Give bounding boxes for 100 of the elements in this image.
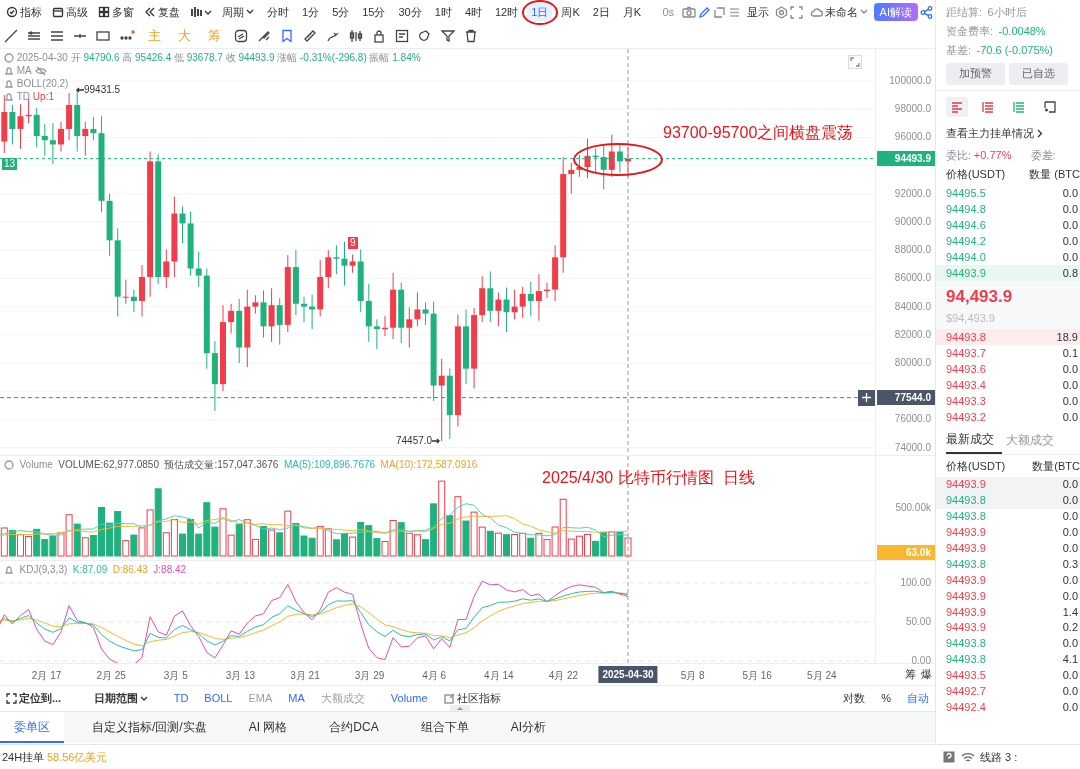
interval-tab[interactable]: 12时 [491, 2, 523, 22]
book-asks-icon[interactable] [981, 99, 995, 114]
lock-icon[interactable] [372, 29, 386, 43]
order-book-row[interactable]: 94493.9 0.8 [936, 265, 1080, 282]
indicator-toggle[interactable]: BOLL [200, 689, 237, 708]
interval-tab[interactable]: 1时 [430, 2, 456, 22]
settings-icon[interactable] [774, 5, 788, 19]
td-count-tag: 13 [2, 158, 18, 171]
display-button[interactable]: 显示 [742, 2, 773, 22]
order-book-row[interactable]: 94493.6 0.0 [936, 360, 1080, 377]
quantity-text: 0.0 [1062, 572, 1078, 588]
panel-button[interactable]: 已自选 [1009, 62, 1068, 85]
add-order-button[interactable] [858, 389, 875, 406]
quantity-text: 0.0 [1062, 668, 1078, 684]
locate-button[interactable]: 定位到... [2, 689, 66, 708]
rectangle-icon[interactable] [96, 29, 110, 43]
interval-tab[interactable]: 分时 [263, 2, 293, 22]
panel-tab[interactable]: 组合下单 [406, 712, 483, 743]
quantity-text: 0.0 [1062, 684, 1078, 700]
filter-icon[interactable] [441, 29, 455, 43]
panel-button[interactable]: 加预警 [946, 62, 1005, 85]
trash-icon[interactable] [464, 29, 478, 43]
price-axis-label: 98000.0 [894, 102, 931, 117]
swap-box-icon[interactable] [234, 29, 248, 43]
quantity-text: 0.0 [1062, 477, 1078, 493]
bookmark-icon[interactable] [280, 29, 294, 43]
mid-price: 94,493.9 [946, 286, 1014, 308]
interval-tab[interactable]: 5分 [328, 2, 354, 22]
plus-icon [862, 393, 871, 403]
status-value: 58.56亿美元 [46, 749, 108, 765]
toolbar-button[interactable]: 高级 [48, 2, 92, 22]
interval-tab[interactable]: 周K [557, 2, 584, 22]
order-book-row[interactable]: 94493.2 0.0 [936, 408, 1080, 425]
column-header: 数量 (BTC [1029, 167, 1080, 182]
parallel-lines-icon[interactable] [50, 29, 64, 43]
panel-tab[interactable]: AI分析 [496, 712, 561, 743]
axis-side-label[interactable]: 筹 [904, 666, 916, 683]
note-icon[interactable] [395, 29, 409, 43]
toolbar-button[interactable]: 复盘 [140, 2, 184, 22]
toolbar-button[interactable]: 多窗 [94, 2, 138, 22]
axis-side-label[interactable]: 爆 [921, 666, 933, 683]
indicator-toggle[interactable]: Volume [386, 689, 432, 708]
panel-tab[interactable]: AI 网格 [234, 712, 302, 743]
price-text: 94493.8 [946, 509, 986, 525]
order-book-row[interactable]: 94494.8 0.0 [936, 201, 1080, 218]
interval-tab[interactable]: 30分 [394, 2, 426, 22]
order-book-row[interactable]: 94493.3 0.0 [936, 392, 1080, 409]
help-icon[interactable] [943, 751, 955, 763]
indicator-name: KDJ(9,3,3) [19, 563, 68, 576]
community-indicators-button[interactable]: 社区指标 [439, 689, 505, 708]
order-book-row[interactable]: 94495.5 0.0 [936, 185, 1080, 202]
indicator-toggle[interactable]: MA [284, 689, 309, 708]
candles-icon[interactable] [349, 29, 363, 43]
date-axis-label: 3月 21 [290, 669, 320, 683]
kdj-axis-label: 0.00 [911, 654, 931, 668]
interval-tab[interactable]: 15分 [358, 2, 390, 22]
scale-option[interactable]: 对数 [839, 689, 870, 708]
scale-option[interactable]: 自动 [903, 689, 933, 708]
order-book-row[interactable]: 94493.7 0.1 [936, 344, 1080, 361]
order-book-row[interactable]: 94494.2 0.0 [936, 233, 1080, 250]
interval-tab[interactable]: 1日 [527, 2, 553, 22]
layout-dropdown[interactable]: 未命名 [804, 2, 872, 22]
price-text: 94492.7 [946, 684, 986, 700]
period-dropdown[interactable]: 周期 [218, 2, 258, 22]
date-axis-label: 3月 29 [354, 669, 385, 683]
crosshair-date-tag: 2025-04-30 [598, 666, 658, 683]
caret-icon [246, 9, 254, 15]
horizontal-lines-icon[interactable] [27, 29, 41, 43]
indicator-toggle[interactable]: TD [169, 689, 193, 708]
panel-tab[interactable]: 自定义指标/回测/实盘 [78, 712, 221, 743]
eye-off-icon[interactable] [34, 65, 47, 76]
order-book-row[interactable]: 94494.6 0.0 [936, 217, 1080, 234]
ruler-icon[interactable] [303, 29, 317, 43]
date-axis-label: 3月 5 [163, 669, 188, 683]
countdown-text: 0s [662, 4, 675, 20]
order-book-row[interactable]: 94494.0 0.0 [936, 249, 1080, 266]
panel-tab[interactable]: 委单区 [0, 712, 64, 743]
order-book-row[interactable]: 94493.4 0.0 [936, 376, 1080, 393]
depth-link[interactable]: 查看主力挂单情况 [946, 124, 1043, 142]
trend-line-icon[interactable] [4, 29, 18, 43]
legend-date: 2025-04-30 [16, 51, 68, 64]
interval-tab[interactable]: 4时 [460, 2, 486, 22]
brush-icon[interactable] [257, 29, 271, 43]
interval-tab[interactable]: 1分 [298, 2, 324, 22]
interval-tab[interactable]: 2日 [588, 2, 614, 22]
date-range-dropdown[interactable]: 日期范围 [89, 689, 152, 708]
share-icon[interactable] [920, 5, 933, 19]
toolbar-button[interactable]: 指标 [2, 2, 46, 22]
book-both-icon[interactable] [950, 99, 964, 114]
trades-tab[interactable]: 最新成交 [946, 430, 1002, 455]
price-text: 94495.5 [946, 186, 986, 202]
add-window-icon[interactable] [1043, 99, 1057, 114]
camera-icon[interactable] [681, 6, 696, 18]
panel-tab[interactable]: 合约DCA [315, 712, 393, 743]
annotation-text: 2025/4/30 比特币行情图 日线 [542, 468, 755, 488]
ai-button[interactable]: AI解读 [873, 2, 918, 22]
scale-option[interactable]: % [877, 689, 895, 708]
pencil-icon[interactable] [697, 5, 711, 19]
collapse-handle-icon[interactable] [450, 705, 470, 711]
interval-tab[interactable]: 月K [618, 2, 646, 22]
